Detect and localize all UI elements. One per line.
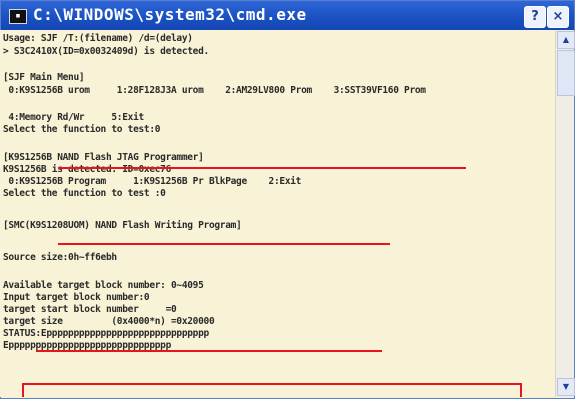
vertical-scrollbar[interactable]: ▲ ▼ bbox=[555, 30, 575, 397]
console-line: target start block number =0 bbox=[3, 304, 177, 315]
annotation-underline bbox=[58, 167, 466, 169]
scroll-down-icon[interactable]: ▼ bbox=[557, 378, 575, 396]
console-line: 0:K9S1256B Program 1:K9S1256B Pr BlkPage… bbox=[3, 176, 302, 187]
annotation-underline bbox=[36, 350, 382, 352]
console-line: K9S1256B is detected. ID=0xec76 bbox=[3, 164, 172, 175]
console-line: [SMC(K9S1208UOM) NAND Flash Writing Prog… bbox=[3, 220, 242, 231]
console-icon: ▪ bbox=[9, 9, 27, 24]
window-title: C:\WINDOWS\system32\cmd.exe bbox=[33, 5, 307, 24]
console-line: Input target block number:0 bbox=[3, 292, 150, 303]
console-line: Select the function to test :0 bbox=[3, 188, 166, 199]
help-button[interactable]: ? bbox=[524, 6, 546, 28]
scrollbar-thumb[interactable] bbox=[557, 50, 575, 96]
console-line: Available target block number: 0~4095 bbox=[3, 280, 204, 291]
annotation-underline bbox=[58, 243, 390, 245]
console-line: 4:Memory Rd/Wr 5:Exit bbox=[3, 112, 144, 123]
annotation-box bbox=[22, 383, 522, 397]
console-line: Source size:0h~ff6ebh bbox=[3, 252, 117, 263]
console-output[interactable]: Usage: SJF /T:(filename) /d=(delay) > S3… bbox=[0, 30, 555, 397]
scroll-up-icon[interactable]: ▲ bbox=[557, 31, 575, 49]
console-line: > S3C2410X(ID=0x0032409d) is detected. bbox=[3, 46, 209, 57]
console-line: [K9S1256B NAND Flash JTAG Programmer] bbox=[3, 152, 204, 163]
console-line: Usage: SJF /T:(filename) /d=(delay) bbox=[3, 33, 193, 44]
console-line: [SJF Main Menu] bbox=[3, 72, 85, 83]
console-line: STATUS:Epppppppppppppppppppppppppppppp bbox=[3, 328, 209, 339]
title-bar[interactable]: ▪ C:\WINDOWS\system32\cmd.exe ? × bbox=[1, 1, 574, 31]
console-line: target size (0x4000*n) =0x20000 bbox=[3, 316, 215, 327]
console-line: Select the function to test:0 bbox=[3, 124, 161, 135]
console-line: 0:K9S1256B urom 1:28F128J3A urom 2:AM29L… bbox=[3, 85, 426, 96]
close-button[interactable]: × bbox=[547, 6, 569, 28]
